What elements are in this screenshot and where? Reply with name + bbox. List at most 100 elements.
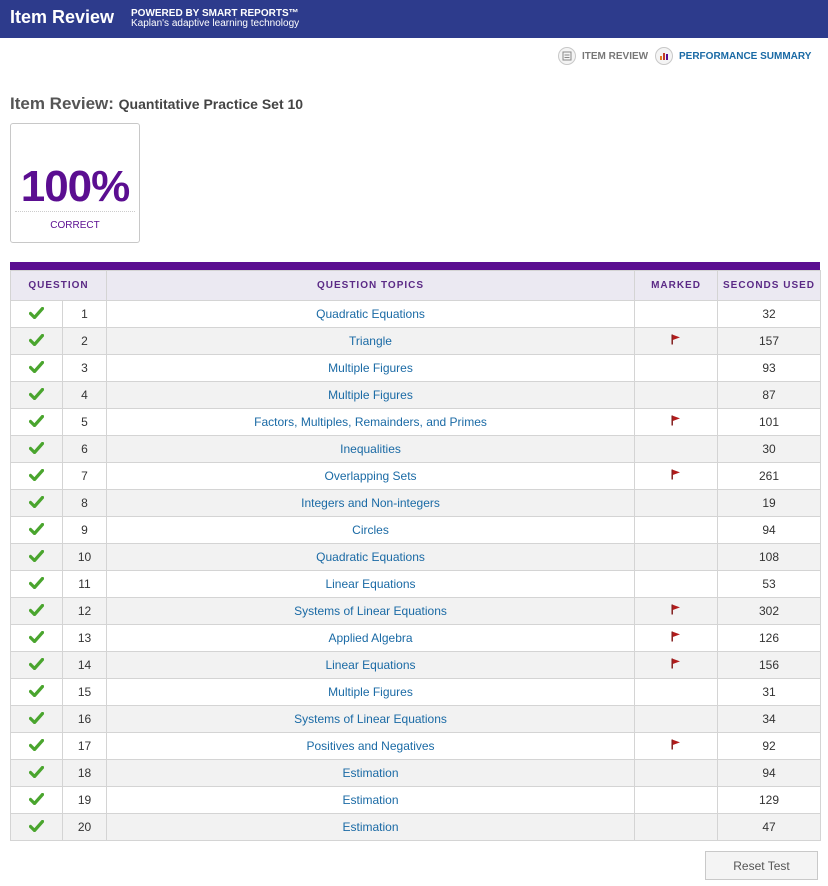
question-topic-link[interactable]: Triangle [106, 327, 636, 355]
table-row: 19 Estimation 129 [10, 786, 822, 814]
seconds-used: 19 [717, 489, 822, 517]
question-topic-link[interactable]: Estimation [106, 786, 636, 814]
status-cell [10, 570, 63, 598]
question-topic-link[interactable]: Integers and Non-integers [106, 489, 636, 517]
status-cell [10, 705, 63, 733]
question-topic-link[interactable]: Multiple Figures [106, 381, 636, 409]
score-label: CORRECT [50, 220, 100, 231]
marked-cell [634, 543, 719, 571]
page-title-label: Item Review: [10, 94, 114, 113]
marked-cell [634, 678, 719, 706]
question-topic-link[interactable]: Applied Algebra [106, 624, 636, 652]
table-row: 2 Triangle 157 [10, 327, 822, 355]
question-number: 13 [61, 624, 108, 652]
checkmark-icon [28, 306, 45, 322]
status-cell [10, 408, 63, 436]
seconds-used: 53 [717, 570, 822, 598]
seconds-used: 129 [717, 786, 822, 814]
checkmark-icon [28, 495, 45, 511]
table-row: 14 Linear Equations 156 [10, 651, 822, 679]
reset-test-button[interactable]: Reset Test [705, 851, 818, 880]
status-cell [10, 732, 63, 760]
question-number: 2 [61, 327, 108, 355]
question-number: 14 [61, 651, 108, 679]
checkmark-icon [28, 549, 45, 565]
checkmark-icon [28, 468, 45, 484]
checkmark-icon [28, 333, 45, 349]
checkmark-icon [28, 522, 45, 538]
table-row: 6 Inequalities 30 [10, 435, 822, 463]
status-cell [10, 543, 63, 571]
question-topic-link[interactable]: Multiple Figures [106, 678, 636, 706]
table-row: 7 Overlapping Sets 261 [10, 462, 822, 490]
table-header-row: QUESTION QUESTION TOPICS MARKED SECONDS … [9, 270, 822, 301]
checkmark-icon [28, 684, 45, 700]
question-topic-link[interactable]: Quadratic Equations [106, 300, 636, 328]
seconds-used: 34 [717, 705, 822, 733]
question-topic-link[interactable]: Quadratic Equations [106, 543, 636, 571]
table-row: 5 Factors, Multiples, Remainders, and Pri… [10, 408, 822, 436]
seconds-used: 94 [717, 516, 822, 544]
table-row: 20 Estimation 47 [10, 813, 822, 841]
question-topic-link[interactable]: Linear Equations [106, 570, 636, 598]
status-cell [10, 489, 63, 517]
checkmark-icon [28, 819, 45, 835]
checkmark-icon [28, 414, 45, 430]
nav-performance-summary[interactable]: PERFORMANCE SUMMARY [655, 46, 811, 66]
question-topic-link[interactable]: Estimation [106, 813, 636, 841]
question-number: 18 [61, 759, 108, 787]
results-table: QUESTION QUESTION TOPICS MARKED SECONDS … [9, 270, 822, 841]
seconds-used: 32 [717, 300, 822, 328]
status-cell [10, 813, 63, 841]
checkmark-icon [28, 711, 45, 727]
seconds-used: 30 [717, 435, 822, 463]
table-row: 16 Systems of Linear Equations 34 [10, 705, 822, 733]
question-topic-link[interactable]: Multiple Figures [106, 354, 636, 382]
nav-item-review[interactable]: ITEM REVIEW [558, 46, 648, 66]
marked-cell [634, 759, 719, 787]
marked-cell [634, 327, 719, 355]
question-number: 1 [61, 300, 108, 328]
seconds-used: 126 [717, 624, 822, 652]
marked-cell [634, 462, 719, 490]
marked-cell [634, 381, 719, 409]
table-body: 1 Quadratic Equations 32 2 Triangle 157 3 Multi… [10, 300, 822, 841]
seconds-used: 157 [717, 327, 822, 355]
question-topic-link[interactable]: Systems of Linear Equations [106, 597, 636, 625]
marked-cell [634, 651, 719, 679]
status-cell [10, 435, 63, 463]
marked-cell [634, 516, 719, 544]
question-topic-link[interactable]: Systems of Linear Equations [106, 705, 636, 733]
question-topic-link[interactable]: Factors, Multiples, Remainders, and Prim… [106, 408, 636, 436]
question-number: 17 [61, 732, 108, 760]
question-topic-link[interactable]: Positives and Negatives [106, 732, 636, 760]
question-topic-link[interactable]: Circles [106, 516, 636, 544]
flag-icon [671, 469, 681, 483]
status-cell [10, 354, 63, 382]
table-row: 10 Quadratic Equations 108 [10, 543, 822, 571]
question-topic-link[interactable]: Estimation [106, 759, 636, 787]
nav-item-review-label: ITEM REVIEW [582, 50, 649, 62]
question-number: 6 [61, 435, 108, 463]
checkmark-icon [28, 387, 45, 403]
list-icon [558, 47, 576, 65]
question-number: 20 [61, 813, 108, 841]
question-number: 10 [61, 543, 108, 571]
question-topic-link[interactable]: Inequalities [106, 435, 636, 463]
marked-cell [634, 408, 719, 436]
seconds-used: 87 [717, 381, 822, 409]
page-title: Item Review: Quantitative Practice Set 1… [10, 94, 303, 114]
table-row: 17 Positives and Negatives 92 [10, 732, 822, 760]
seconds-used: 156 [717, 651, 822, 679]
marked-cell [634, 435, 719, 463]
question-topic-link[interactable]: Linear Equations [106, 651, 636, 679]
table-row: 4 Multiple Figures 87 [10, 381, 822, 409]
question-number: 3 [61, 354, 108, 382]
flag-icon [671, 631, 681, 645]
question-number: 16 [61, 705, 108, 733]
question-topic-link[interactable]: Overlapping Sets [106, 462, 636, 490]
flag-icon [671, 334, 681, 348]
flag-icon [671, 415, 681, 429]
flag-icon [671, 658, 681, 672]
score-card: 100% CORRECT [10, 123, 140, 243]
